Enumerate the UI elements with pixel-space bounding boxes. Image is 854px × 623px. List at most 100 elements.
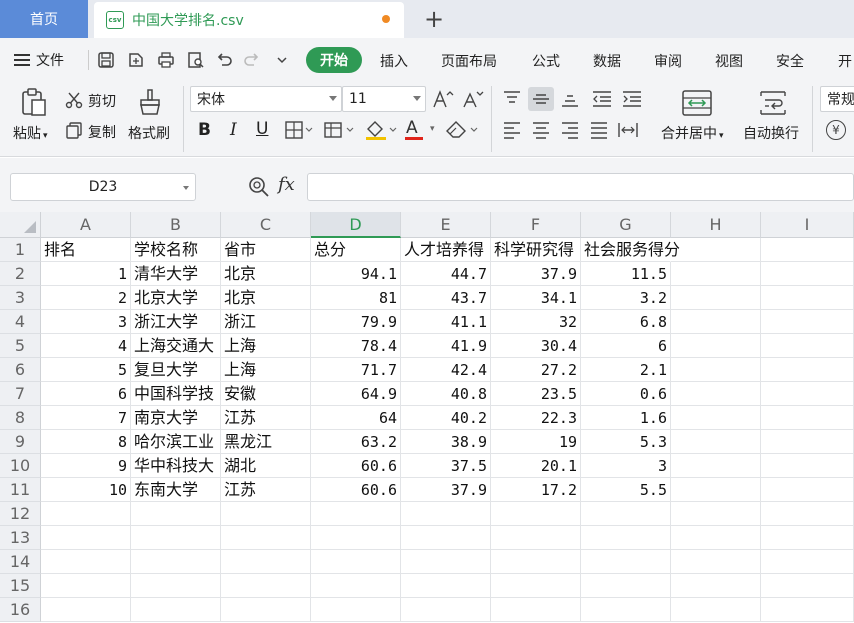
bold-button[interactable]: B (198, 120, 211, 140)
cell-d6[interactable]: 71.7 (311, 358, 401, 382)
cell-d15[interactable] (311, 574, 401, 598)
scissors-icon[interactable] (64, 90, 84, 110)
cell-d5[interactable]: 78.4 (311, 334, 401, 358)
cell-d11[interactable]: 60.6 (311, 478, 401, 502)
cell-i2[interactable] (761, 262, 854, 286)
cell-h4[interactable] (671, 310, 761, 334)
cell-e13[interactable] (401, 526, 491, 550)
print-preview-icon[interactable] (186, 50, 206, 70)
cell-b12[interactable] (131, 502, 221, 526)
save-icon[interactable] (96, 50, 116, 70)
cell-d9[interactable]: 63.2 (311, 430, 401, 454)
cell-a16[interactable] (41, 598, 131, 622)
cell-f14[interactable] (491, 550, 581, 574)
cell-c9[interactable]: 黑龙江 (221, 430, 311, 454)
row-header-5[interactable]: 5 (0, 334, 41, 358)
increase-indent-icon[interactable] (620, 88, 644, 110)
cell-e11[interactable]: 37.9 (401, 478, 491, 502)
cell-c14[interactable] (221, 550, 311, 574)
cell-e14[interactable] (401, 550, 491, 574)
cell-g2[interactable]: 11.5 (581, 262, 671, 286)
cell-b1[interactable]: 学校名称 (131, 238, 221, 262)
row-header-13[interactable]: 13 (0, 526, 41, 550)
cell-g13[interactable] (581, 526, 671, 550)
row-header-3[interactable]: 3 (0, 286, 41, 310)
cell-i15[interactable] (761, 574, 854, 598)
menu-data[interactable]: 数据 (593, 50, 621, 72)
cell-i12[interactable] (761, 502, 854, 526)
cell-h1[interactable] (671, 238, 761, 262)
cell-f13[interactable] (491, 526, 581, 550)
cell-c5[interactable]: 上海 (221, 334, 311, 358)
cell-a13[interactable] (41, 526, 131, 550)
cell-i7[interactable] (761, 382, 854, 406)
cell-f10[interactable]: 20.1 (491, 454, 581, 478)
cell-d16[interactable] (311, 598, 401, 622)
file-menu[interactable]: 文件 (14, 48, 64, 72)
cell-c3[interactable]: 北京 (221, 286, 311, 310)
cell-h12[interactable] (671, 502, 761, 526)
cell-d13[interactable] (311, 526, 401, 550)
cell-a4[interactable]: 3 (41, 310, 131, 334)
cell-a11[interactable]: 10 (41, 478, 131, 502)
cell-h16[interactable] (671, 598, 761, 622)
cell-f12[interactable] (491, 502, 581, 526)
cell-f7[interactable]: 23.5 (491, 382, 581, 406)
cell-a14[interactable] (41, 550, 131, 574)
cell-h8[interactable] (671, 406, 761, 430)
column-header-h[interactable]: H (671, 212, 761, 238)
cell-g12[interactable] (581, 502, 671, 526)
cell-g7[interactable]: 0.6 (581, 382, 671, 406)
cell-i10[interactable] (761, 454, 854, 478)
row-header-9[interactable]: 9 (0, 430, 41, 454)
menu-formulas[interactable]: 公式 (532, 50, 560, 72)
cell-e8[interactable]: 40.2 (401, 406, 491, 430)
cell-d12[interactable] (311, 502, 401, 526)
column-header-g[interactable]: G (581, 212, 671, 238)
cell-i16[interactable] (761, 598, 854, 622)
cell-b2[interactable]: 清华大学 (131, 262, 221, 286)
copy-button[interactable]: 复制 (88, 122, 116, 142)
number-format-select[interactable]: 常规 (820, 86, 854, 112)
column-header-f[interactable]: F (491, 212, 581, 238)
cell-b15[interactable] (131, 574, 221, 598)
cell-e12[interactable] (401, 502, 491, 526)
cell-i9[interactable] (761, 430, 854, 454)
cell-g14[interactable] (581, 550, 671, 574)
cell-b10[interactable]: 华中科技大 (131, 454, 221, 478)
cell-i1[interactable] (761, 238, 854, 262)
cell-g6[interactable]: 2.1 (581, 358, 671, 382)
decrease-indent-icon[interactable] (590, 88, 614, 110)
row-header-1[interactable]: 1 (0, 238, 41, 262)
cell-f3[interactable]: 34.1 (491, 286, 581, 310)
cell-h10[interactable] (671, 454, 761, 478)
font-size-select[interactable]: 11 (342, 86, 426, 112)
merge-center-icon[interactable] (680, 88, 714, 118)
cell-c8[interactable]: 江苏 (221, 406, 311, 430)
cell-c12[interactable] (221, 502, 311, 526)
cell-g8[interactable]: 1.6 (581, 406, 671, 430)
justify-icon[interactable] (587, 119, 611, 141)
print-icon[interactable] (156, 50, 176, 70)
menu-insert[interactable]: 插入 (380, 50, 408, 72)
eraser-icon[interactable] (445, 119, 479, 141)
cell-g11[interactable]: 5.5 (581, 478, 671, 502)
cell-d7[interactable]: 64.9 (311, 382, 401, 406)
cell-a2[interactable]: 1 (41, 262, 131, 286)
cell-c15[interactable] (221, 574, 311, 598)
cell-a10[interactable]: 9 (41, 454, 131, 478)
cell-c4[interactable]: 浙江 (221, 310, 311, 334)
cell-d1[interactable]: 总分 (311, 238, 401, 262)
cell-f16[interactable] (491, 598, 581, 622)
cell-a12[interactable] (41, 502, 131, 526)
distributed-align-icon[interactable] (616, 119, 640, 141)
cell-g4[interactable]: 6.8 (581, 310, 671, 334)
row-header-10[interactable]: 10 (0, 454, 41, 478)
cell-h2[interactable] (671, 262, 761, 286)
cell-b7[interactable]: 中国科学技 (131, 382, 221, 406)
cell-g5[interactable]: 6 (581, 334, 671, 358)
cell-f6[interactable]: 27.2 (491, 358, 581, 382)
cell-a6[interactable]: 5 (41, 358, 131, 382)
paste-icon[interactable] (18, 86, 50, 118)
cell-b9[interactable]: 哈尔滨工业 (131, 430, 221, 454)
